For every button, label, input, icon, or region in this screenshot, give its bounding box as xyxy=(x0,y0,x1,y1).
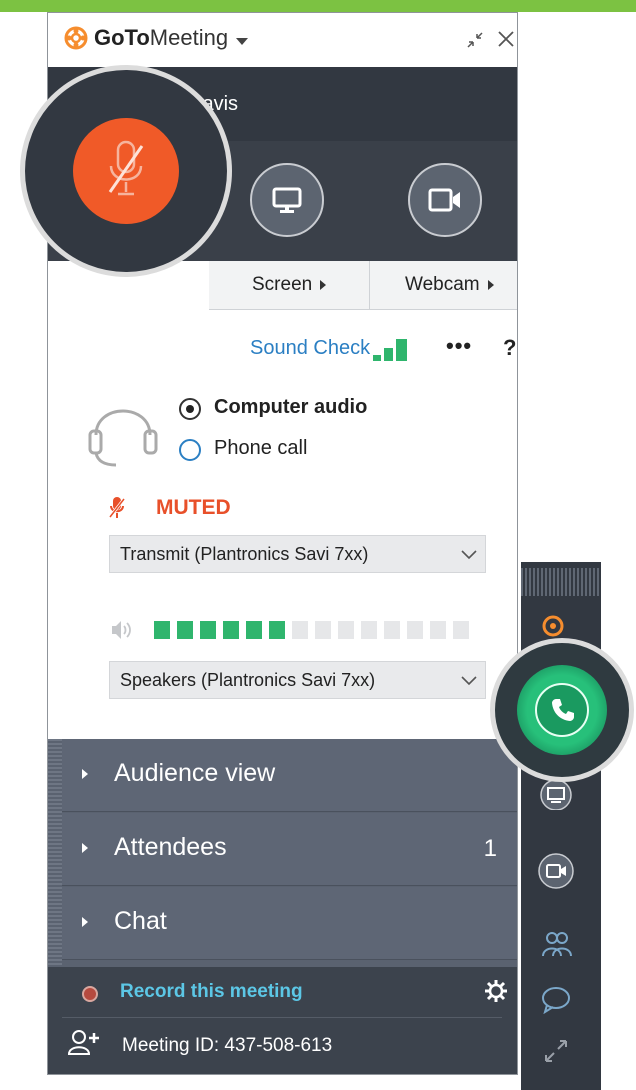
signal-level-icon xyxy=(373,339,407,361)
speaker-select[interactable]: Speakers (Plantronics Savi 7xx) xyxy=(109,661,486,699)
more-options-icon[interactable]: ••• xyxy=(446,333,472,359)
panel-chat[interactable]: Chat xyxy=(48,887,517,960)
chevron-down-icon xyxy=(461,676,477,686)
speaker-select-value: Speakers (Plantronics Savi 7xx) xyxy=(120,670,376,690)
expand-arrow-icon xyxy=(82,769,88,779)
headset-icon xyxy=(88,409,158,467)
app-menu-caret-icon[interactable] xyxy=(236,38,248,45)
phone-call-label[interactable]: Phone call xyxy=(214,437,307,460)
webcam-icon[interactable] xyxy=(537,852,575,890)
sound-check-link[interactable]: Sound Check xyxy=(250,337,370,360)
level-segment xyxy=(269,621,285,639)
title-bar: GoToMeeting xyxy=(48,13,517,67)
tab-webcam-label: Webcam xyxy=(405,274,480,295)
close-icon[interactable] xyxy=(496,29,516,49)
record-meeting-link[interactable]: Record this meeting xyxy=(120,981,303,1003)
record-icon[interactable] xyxy=(82,986,98,1002)
level-segment xyxy=(223,621,239,639)
screen-button[interactable] xyxy=(250,163,324,237)
level-segment xyxy=(200,621,216,639)
muted-status: MUTED xyxy=(156,496,231,519)
phone-icon-ring xyxy=(535,683,589,737)
computer-audio-radio[interactable] xyxy=(179,398,201,420)
level-segment xyxy=(177,621,193,639)
tab-divider xyxy=(369,261,370,309)
call-button[interactable] xyxy=(517,665,607,755)
level-segment xyxy=(384,621,400,639)
mute-button[interactable] xyxy=(73,118,179,224)
call-magnifier xyxy=(490,638,634,782)
chat-icon[interactable] xyxy=(541,986,571,1014)
panel-label: Attendees xyxy=(114,833,227,861)
level-segment xyxy=(361,621,377,639)
microphone-select-value: Transmit (Plantronics Savi 7xx) xyxy=(120,544,369,564)
expand-arrow-icon xyxy=(82,917,88,927)
app-title[interactable]: GoToMeeting xyxy=(94,25,228,51)
gotomeeting-logo-icon xyxy=(542,615,564,637)
app-title-rest: Meeting xyxy=(149,25,229,50)
gotomeeting-logo-icon xyxy=(64,26,88,50)
help-icon[interactable]: ? xyxy=(503,335,516,361)
expand-arrow-icon xyxy=(82,843,88,853)
level-segment xyxy=(315,621,331,639)
mic-muted-icon xyxy=(108,140,144,196)
tab-screen-label: Screen xyxy=(252,274,313,295)
mic-muted-small-icon xyxy=(109,497,125,518)
phone-icon xyxy=(552,699,574,721)
chevron-down-icon xyxy=(461,550,477,560)
mute-magnifier xyxy=(20,65,232,277)
level-segment xyxy=(338,621,354,639)
expand-icon[interactable] xyxy=(543,1038,569,1064)
webcam-button[interactable] xyxy=(408,163,482,237)
level-segment xyxy=(407,621,423,639)
level-segment xyxy=(453,621,469,639)
panel-audience-view[interactable]: Audience view xyxy=(48,739,517,812)
phone-call-radio[interactable] xyxy=(179,439,201,461)
drag-handle[interactable] xyxy=(521,568,601,596)
webcam-icon xyxy=(428,188,460,212)
tab-webcam[interactable]: Webcam xyxy=(405,261,494,309)
tab-screen[interactable]: Screen xyxy=(252,261,327,309)
gear-icon[interactable] xyxy=(485,980,507,1002)
add-person-icon[interactable] xyxy=(68,1029,100,1055)
level-segment xyxy=(292,621,308,639)
resize-grip[interactable] xyxy=(48,739,62,971)
panel-label: Chat xyxy=(114,907,167,935)
app-title-bold: GoTo xyxy=(94,25,150,50)
level-segment xyxy=(430,621,446,639)
screen-icon xyxy=(272,187,302,213)
computer-audio-label[interactable]: Computer audio xyxy=(214,396,367,419)
speaker-icon xyxy=(112,621,131,639)
footer: Record this meeting Meeting ID: 437-508-… xyxy=(48,967,517,1074)
share-tabs: Screen Webcam xyxy=(209,261,517,310)
microphone-select[interactable]: Transmit (Plantronics Savi 7xx) xyxy=(109,535,486,573)
attendee-count: 1 xyxy=(483,835,497,862)
minimize-icon[interactable] xyxy=(466,31,484,49)
level-segment xyxy=(246,621,262,639)
screen-icon[interactable] xyxy=(538,780,574,810)
footer-divider xyxy=(62,1017,502,1018)
accent-bar xyxy=(0,0,636,12)
level-segment xyxy=(154,621,170,639)
attendees-icon[interactable] xyxy=(541,930,573,958)
panel-label: Audience view xyxy=(114,759,276,787)
meeting-id: Meeting ID: 437-508-613 xyxy=(122,1035,333,1056)
panel-attendees[interactable]: Attendees 1 xyxy=(48,813,517,886)
